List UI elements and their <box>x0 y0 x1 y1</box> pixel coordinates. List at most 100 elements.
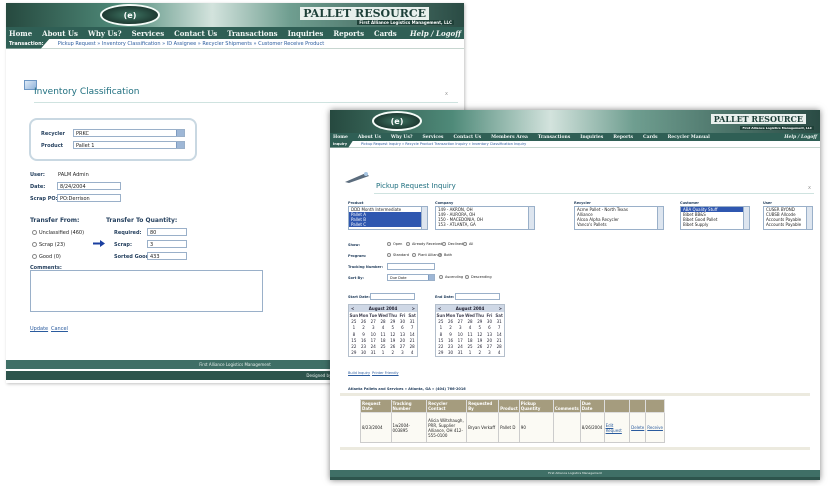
company-listbox[interactable]: 149 - AKRON, OH 149 - AURORA, OH 150 - M… <box>435 206 535 230</box>
cancel-link[interactable]: Cancel <box>51 326 68 332</box>
scrap-po-field[interactable]: PO:Derrison <box>57 194 121 202</box>
end-date-calendar[interactable]: < August 2004 > Sun Mon Tue Wed Thu Fri Sat 25 26 2… <box>435 304 505 358</box>
sort-select[interactable]: Due Date <box>387 274 435 281</box>
scrollbar[interactable] <box>743 207 749 229</box>
update-link[interactable]: Update <box>30 326 48 332</box>
program-standard-radio[interactable]: Standard <box>387 253 409 257</box>
list-item[interactable]: Vanco's Pallets <box>575 222 663 227</box>
nav2-inquiries[interactable]: Inquiries <box>580 135 603 140</box>
nav-inquiries[interactable]: Inquiries <box>288 29 324 38</box>
next-month-icon[interactable]: > <box>412 305 415 312</box>
radio-scrap[interactable]: Scrap (23) <box>32 242 65 248</box>
edit-request-link[interactable]: Edit Request <box>603 412 631 443</box>
nav2-manual[interactable]: Recycler Manual <box>668 135 710 140</box>
prev-month-icon[interactable]: < <box>351 305 354 312</box>
close-icon[interactable]: x <box>445 91 448 97</box>
nav2-transactions[interactable]: Transactions <box>538 135 570 140</box>
nav-about[interactable]: About Us <box>42 29 78 38</box>
calendar-day[interactable]: 29 <box>436 350 446 356</box>
show-declined-radio[interactable]: Declined <box>442 242 463 246</box>
calendar-day[interactable]: 2 <box>475 350 485 356</box>
col-recycler-contact[interactable]: Recycler Contact <box>426 399 468 413</box>
calendar-day[interactable]: 31 <box>455 350 465 356</box>
sub-nav-breadcrumb-2[interactable]: Pickup Request Inquiry » Recycle Product… <box>353 142 526 146</box>
list-item[interactable]: Accounts Payable <box>764 222 812 227</box>
build-inquiry-link[interactable]: Build Inquiry <box>348 371 370 375</box>
calendar-day[interactable]: 1 <box>465 350 475 356</box>
col-requested-by[interactable]: Requested By <box>466 399 500 413</box>
nav2-about[interactable]: About Us <box>358 135 381 140</box>
list-item[interactable]: Bibet Supply <box>681 222 749 227</box>
col-comments[interactable]: Comments <box>552 399 581 413</box>
calendar-day[interactable]: 2 <box>388 350 398 356</box>
delete-link[interactable]: Delete <box>629 412 647 443</box>
scrollbar[interactable] <box>421 207 427 229</box>
product-select[interactable]: Pallet 1 <box>73 141 185 149</box>
date-field[interactable]: 8/24/2004 <box>57 182 121 190</box>
nav2-reports[interactable]: Reports <box>613 135 633 140</box>
recycler-listbox[interactable]: Acme Pallet - North Texas Alliance Alcoa… <box>574 206 664 230</box>
nav2-home[interactable]: Home <box>333 135 348 140</box>
nav-home[interactable]: Home <box>9 29 32 38</box>
scrap-qty-field[interactable]: 3 <box>147 240 187 248</box>
customer-listbox[interactable]: ABA Quality Stuff Bibet BB&S Bibet Good … <box>680 206 750 230</box>
nav-cards[interactable]: Cards <box>374 29 397 38</box>
recycler-product-group <box>29 118 197 161</box>
nav2-cards[interactable]: Cards <box>643 135 658 140</box>
comments-textarea[interactable] <box>30 270 263 312</box>
help-logoff-link[interactable]: Help / Logoff <box>410 29 461 38</box>
show-all-radio[interactable]: All <box>463 242 473 246</box>
sorted-good-field[interactable]: 433 <box>147 252 187 260</box>
user-listbox[interactable]: CUSER BYOND CUBSB Allcode Accounts Payab… <box>763 206 813 230</box>
sub-nav-breadcrumb[interactable]: Pickup Request » Inventory Classificatio… <box>50 41 324 47</box>
col-due-date[interactable]: Due Date <box>579 399 605 413</box>
tracking-field[interactable] <box>387 263 435 270</box>
printer-friendly-link[interactable]: Printer Friendly <box>372 371 399 375</box>
calendar-day[interactable]: 4 <box>494 350 504 356</box>
help-logoff-link-2[interactable]: Help / Logoff <box>784 135 817 140</box>
list-item[interactable]: Pallet C <box>349 222 427 227</box>
calendar-day[interactable]: 4 <box>407 350 417 356</box>
calendar-day[interactable]: 3 <box>485 350 495 356</box>
scrollbar[interactable] <box>528 207 534 229</box>
calendar-day[interactable]: 29 <box>349 350 359 356</box>
nav-services[interactable]: Services <box>132 29 165 38</box>
show-open-radio[interactable]: Open <box>387 242 402 246</box>
scrollbar[interactable] <box>657 207 663 229</box>
col-pickup-qty[interactable]: Pickup Quantity <box>518 399 554 413</box>
calendar-day[interactable]: 3 <box>398 350 408 356</box>
scrollbar[interactable] <box>806 207 812 229</box>
close-icon-2[interactable]: x <box>808 185 811 191</box>
end-date-field[interactable] <box>455 293 500 300</box>
start-date-field[interactable] <box>370 293 415 300</box>
radio-unclassified[interactable]: Unclassified (460) <box>32 230 84 236</box>
nav2-why[interactable]: Why Us? <box>391 135 413 140</box>
ascending-radio[interactable]: Ascending <box>439 275 463 279</box>
program-both-radio[interactable]: Both <box>438 253 452 257</box>
calendar-day[interactable]: 31 <box>368 350 378 356</box>
product-listbox[interactable]: DDD Month Intermediate Pallet A Pallet B… <box>348 206 428 230</box>
col-request-date[interactable]: Request Date <box>360 399 392 413</box>
required-field[interactable]: 80 <box>147 228 187 236</box>
descending-radio[interactable]: Descending <box>465 275 492 279</box>
next-month-icon[interactable]: > <box>499 305 502 312</box>
start-date-calendar[interactable]: < August 2004 > Sun Mon Tue Wed Thu Fri Sat 25 26 2… <box>348 304 418 358</box>
nav2-contact[interactable]: Contact Us <box>453 135 481 140</box>
nav2-services[interactable]: Services <box>423 135 444 140</box>
calendar-day[interactable]: 30 <box>359 350 369 356</box>
recycler-select[interactable]: PRKC <box>73 129 185 137</box>
show-received-radio[interactable]: Already Received <box>406 242 442 246</box>
col-product[interactable]: Product <box>498 399 520 413</box>
col-tracking[interactable]: Tracking Number <box>390 399 428 413</box>
list-item[interactable]: 153 - ATLANTA, GA <box>436 222 534 227</box>
nav-transactions[interactable]: Transactions <box>227 29 277 38</box>
nav-reports[interactable]: Reports <box>333 29 364 38</box>
nav-why[interactable]: Why Us? <box>88 29 122 38</box>
receive-link[interactable]: Receive <box>645 412 665 443</box>
nav2-members[interactable]: Members Area <box>491 135 528 140</box>
nav-contact[interactable]: Contact Us <box>174 29 217 38</box>
calendar-day[interactable]: 30 <box>446 350 456 356</box>
radio-good[interactable]: Good (0) <box>32 254 61 260</box>
calendar-day[interactable]: 1 <box>378 350 388 356</box>
prev-month-icon[interactable]: < <box>438 305 441 312</box>
